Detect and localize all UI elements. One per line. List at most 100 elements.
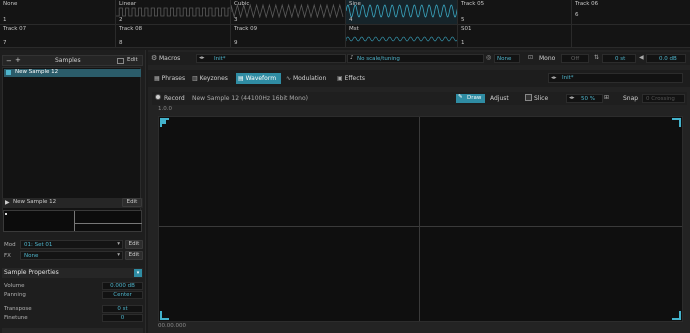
mod-label: Mod: [4, 242, 16, 248]
global-volume-value: 0.0 dB: [659, 56, 677, 62]
track-number: 1: [3, 17, 7, 23]
track-name: Mst: [349, 26, 359, 32]
scale-select[interactable]: ♪ No scale/tuning: [347, 54, 484, 63]
draw-label: Draw: [467, 95, 482, 101]
preview-baseline: [74, 223, 142, 224]
list-icon[interactable]: [117, 58, 124, 64]
preset-select[interactable]: ◂▸ Init*: [196, 54, 346, 63]
track-cell-4[interactable]: Sine 4: [346, 0, 458, 24]
transpose-icon: ⇅: [594, 54, 600, 61]
speaker-icon: ◀: [639, 54, 644, 61]
finetune-value[interactable]: 0: [102, 314, 143, 322]
gear-icon[interactable]: ⚙: [151, 54, 157, 62]
zoom-field[interactable]: ◂▸ 50 %: [566, 94, 603, 103]
track-number: 5: [461, 17, 465, 23]
chevron-left-right-icon: ◂▸: [569, 95, 575, 101]
fx-edit-button[interactable]: Edit: [125, 251, 143, 260]
track-cell-1[interactable]: None 1: [0, 0, 116, 24]
waveform-canvas[interactable]: [158, 116, 683, 322]
slice-label: Slice: [534, 95, 549, 102]
samples-edit-button[interactable]: Edit: [127, 57, 138, 63]
scale-value: No scale/tuning: [357, 56, 400, 62]
global-volume-field[interactable]: 0.0 dB: [646, 54, 686, 63]
more-properties-bar: [2, 328, 143, 333]
panning-label: Panning: [4, 292, 26, 298]
preview-divider: [74, 211, 75, 231]
tab-effects[interactable]: ▣ Effects: [335, 73, 369, 84]
global-transpose-field[interactable]: 0 st: [602, 54, 636, 63]
fx-chain-select[interactable]: None ▾: [20, 251, 123, 260]
sample-preview-header: ▶ New Sample 12 Edit: [2, 198, 143, 208]
collapse-toggle-icon[interactable]: ▾: [134, 269, 142, 277]
chevron-left-right-icon: ◂▸: [199, 55, 205, 61]
track-cell-2[interactable]: Linear 2: [116, 0, 231, 24]
add-sample-button[interactable]: +: [15, 56, 21, 64]
track-cell-3[interactable]: Cubic 3: [231, 0, 346, 24]
sample-list[interactable]: New Sample 12: [2, 67, 141, 213]
chevron-down-icon: ▾: [117, 252, 120, 258]
track-number: 8: [119, 40, 123, 46]
snap-select[interactable]: 0 Crossing: [642, 94, 685, 103]
volume-label: Volume: [4, 283, 25, 289]
mod-edit-button[interactable]: Edit: [125, 240, 143, 249]
track-name: Track 05: [461, 1, 485, 7]
volume-value[interactable]: 0.000 dB: [102, 282, 143, 290]
selection-corner-icon: [672, 311, 681, 320]
track-cell-8[interactable]: Track 08 8: [116, 25, 231, 47]
track-cell-master[interactable]: Mst: [346, 25, 458, 47]
panning-value[interactable]: Center: [102, 291, 143, 299]
record-icon[interactable]: [155, 94, 161, 100]
tab-keyzones[interactable]: ▥ Keyzones: [190, 73, 232, 84]
start-marker[interactable]: [162, 120, 166, 124]
track-cell-6[interactable]: Track 06 6: [572, 0, 690, 24]
right-preset-select[interactable]: ◂▸ Init*: [548, 73, 683, 83]
global-transpose-value: 0 st: [615, 56, 626, 62]
mono-icon: ⊡: [528, 54, 534, 61]
phrases-icon: ▦: [154, 75, 160, 82]
tab-modulation[interactable]: ∿ Modulation: [284, 73, 333, 84]
start-marker: [5, 213, 7, 215]
slice-checkbox[interactable]: [525, 94, 532, 101]
play-icon[interactable]: ▶: [5, 199, 10, 206]
track-cell-send[interactable]: S01 1: [458, 25, 572, 47]
snap-label: Snap: [623, 95, 639, 102]
app-window: None 1 Linear 2 Cubic 3 Sine 4 Track 05: [0, 0, 690, 333]
track-cell-9[interactable]: Track 09 9: [231, 25, 346, 47]
scale-key-value: None: [497, 56, 512, 62]
zoom-fit-icon[interactable]: ⊞: [604, 94, 609, 101]
time-label: 00.00.000: [158, 323, 186, 329]
scale-key-select[interactable]: None: [494, 54, 520, 63]
macros-label[interactable]: Macros: [159, 55, 180, 62]
pencil-icon: ✎: [458, 94, 463, 100]
transpose-label: Transpose: [4, 306, 32, 312]
amplitude-label: 1.0.0: [158, 106, 172, 112]
mod-set-select[interactable]: 01: Set 01 ▾: [20, 240, 123, 249]
preview-sample-name: New Sample 12: [13, 199, 57, 205]
sample-list-item[interactable]: New Sample 12: [4, 69, 141, 77]
tab-phrases[interactable]: ▦ Phrases: [152, 73, 186, 84]
record-button[interactable]: Record: [164, 95, 185, 102]
track-number: 9: [234, 40, 238, 46]
snap-value: 0 Crossing: [646, 96, 675, 102]
adjust-button[interactable]: Adjust: [490, 95, 509, 102]
transpose-value[interactable]: 0 st: [102, 305, 143, 313]
sample-item-name: New Sample 12: [15, 69, 59, 75]
tab-label: Effects: [344, 75, 365, 82]
remove-sample-button[interactable]: −: [6, 57, 12, 65]
draw-button[interactable]: ✎ Draw: [456, 94, 485, 103]
sample-preview-waveform[interactable]: [3, 210, 142, 232]
track-number: 2: [119, 17, 123, 23]
tab-waveform[interactable]: ▤ Waveform: [236, 73, 281, 84]
sample-color-swatch: [6, 70, 11, 75]
track-cell-5[interactable]: Track 05 5: [458, 0, 572, 24]
sample-properties-title: Sample Properties: [4, 269, 59, 276]
preview-edit-button[interactable]: Edit: [122, 198, 142, 207]
track-cell-7[interactable]: Track 07 7: [0, 25, 116, 47]
track-name: Track 08: [119, 26, 143, 32]
samples-header: − + Samples Edit: [2, 55, 143, 66]
selection-corner-icon: [672, 118, 681, 127]
chevron-down-icon: ▾: [117, 241, 120, 247]
key-icon[interactable]: ◎: [486, 54, 491, 61]
loop-divider: [419, 117, 420, 321]
mono-toggle[interactable]: Off: [561, 54, 589, 63]
